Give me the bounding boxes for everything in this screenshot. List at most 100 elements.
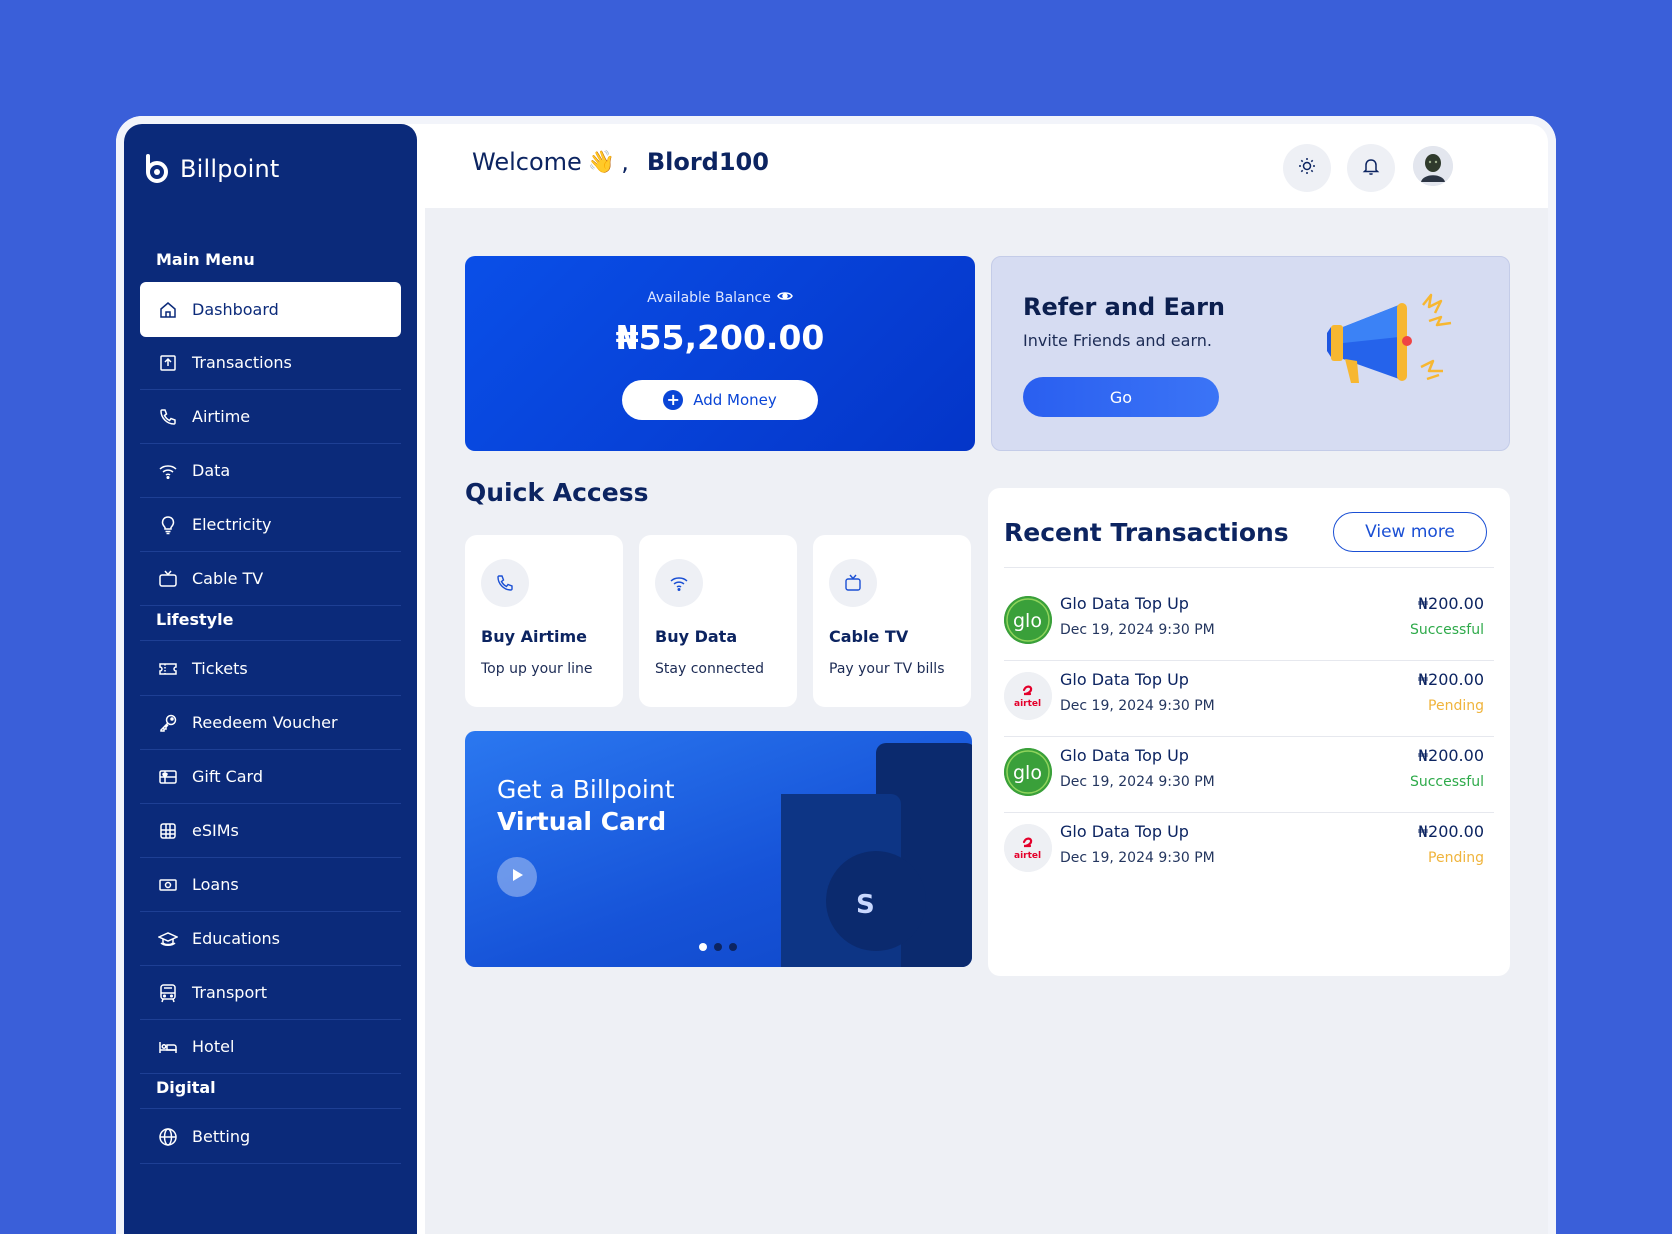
divider: [1004, 567, 1494, 568]
notifications-button[interactable]: [1347, 144, 1395, 192]
transaction-status: Pending: [1428, 850, 1484, 866]
divider: [140, 640, 401, 641]
refer-title: Refer and Earn: [1023, 293, 1225, 321]
sidebar-item-betting[interactable]: Betting: [140, 1110, 401, 1164]
airtel-logo-icon: airtel: [1004, 672, 1052, 720]
balance-card: Available Balance ₦55,200.00 + Add Money: [465, 256, 975, 451]
sidebar-item-esims[interactable]: eSIMs: [140, 804, 401, 858]
transaction-date: Dec 19, 2024 9:30 PM: [1060, 622, 1215, 638]
sidebar-item-tickets[interactable]: Tickets: [140, 642, 401, 696]
sidebar-item-loans[interactable]: Loans: [140, 858, 401, 912]
quick-access-desc: Top up your line: [481, 661, 593, 677]
sidebar-item-redeem-voucher[interactable]: Reedeem Voucher: [140, 696, 401, 750]
eye-icon[interactable]: [776, 290, 793, 306]
sidebar-item-label: Betting: [192, 1127, 251, 1146]
sidebar-item-cable-tv[interactable]: Cable TV: [140, 552, 401, 606]
wave-emoji: 👋: [587, 149, 616, 175]
recent-transactions-title: Recent Transactions: [1004, 518, 1289, 547]
sidebar-item-label: Data: [192, 461, 231, 480]
quick-access-name: Buy Data: [655, 627, 738, 646]
table-row[interactable]: glo Glo Data Top Up Dec 19, 2024 9:30 PM…: [1004, 732, 1494, 813]
tv-icon: [829, 559, 877, 607]
bell-icon: [1361, 156, 1381, 180]
sun-icon: [1297, 156, 1317, 180]
refer-earn-card: Refer and Earn Invite Friends and earn. …: [991, 256, 1510, 451]
app-window: Billpoint Main Menu Dashboard Transactio…: [116, 116, 1556, 1234]
carousel-dot[interactable]: [714, 943, 722, 951]
welcome-message: Welcome 👋 , Blord100: [472, 148, 769, 176]
sidebar-item-gift-card[interactable]: Gift Card: [140, 750, 401, 804]
view-more-button[interactable]: View more: [1333, 512, 1487, 552]
quick-access-name: Cable TV: [829, 627, 909, 646]
quick-access-buy-data[interactable]: Buy Data Stay connected: [639, 535, 797, 707]
username: Blord100: [646, 148, 769, 176]
welcome-text: Welcome: [472, 148, 582, 176]
quick-access-title: Quick Access: [465, 478, 649, 507]
transaction-amount: ₦200.00: [1417, 746, 1484, 765]
sidebar-item-data[interactable]: Data: [140, 444, 401, 498]
promo-line-2: Virtual Card: [497, 807, 667, 836]
billpoint-logo-icon: [144, 154, 170, 184]
glo-logo-icon: glo: [1004, 596, 1052, 644]
sidebar-item-label: Transactions: [192, 353, 292, 372]
sidebar: Billpoint Main Menu Dashboard Transactio…: [124, 124, 417, 1234]
sidebar-item-hotel[interactable]: Hotel: [140, 1020, 401, 1074]
bulb-icon: [158, 515, 178, 535]
go-button[interactable]: Go: [1023, 377, 1219, 417]
megaphone-icon: [1317, 287, 1467, 387]
table-row[interactable]: airtel Glo Data Top Up Dec 19, 2024 9:30…: [1004, 656, 1494, 737]
brand-logo[interactable]: Billpoint: [144, 154, 279, 184]
avatar[interactable]: [1413, 146, 1453, 186]
quick-access-name: Buy Airtime: [481, 627, 587, 646]
phone-icon: [481, 559, 529, 607]
sidebar-item-label: Reedeem Voucher: [192, 713, 338, 732]
sidebar-item-dashboard[interactable]: Dashboard: [140, 282, 401, 337]
glo-logo-icon: glo: [1004, 748, 1052, 796]
add-money-button[interactable]: + Add Money: [622, 380, 818, 420]
divider: [140, 1108, 401, 1109]
sidebar-item-educations[interactable]: Educations: [140, 912, 401, 966]
virtual-card-banner[interactable]: S Get a Billpoint Virtual Card: [465, 731, 972, 967]
key-icon: [158, 713, 178, 733]
carousel-dot[interactable]: [699, 943, 707, 951]
sidebar-item-label: Loans: [192, 875, 239, 894]
sim-icon: [158, 821, 178, 841]
wifi-icon: [158, 461, 178, 481]
card-illustration: S: [781, 743, 972, 967]
home-icon: [158, 300, 178, 320]
sidebar-item-electricity[interactable]: Electricity: [140, 498, 401, 552]
sidebar-item-label: eSIMs: [192, 821, 239, 840]
svg-text:airtel: airtel: [1014, 851, 1041, 861]
play-icon: [508, 866, 526, 888]
sidebar-item-label: Airtime: [192, 407, 251, 426]
sidebar-item-transactions[interactable]: Transactions: [140, 336, 401, 390]
theme-toggle-button[interactable]: [1283, 144, 1331, 192]
transaction-status: Successful: [1409, 774, 1484, 790]
transaction-date: Dec 19, 2024 9:30 PM: [1060, 698, 1215, 714]
quick-access-desc: Pay your TV bills: [829, 661, 945, 677]
table-row[interactable]: airtel Glo Data Top Up Dec 19, 2024 9:30…: [1004, 808, 1494, 889]
wifi-icon: [655, 559, 703, 607]
play-button[interactable]: [497, 857, 537, 897]
section-digital: Digital: [156, 1078, 216, 1097]
svg-text:glo: glo: [1013, 610, 1042, 632]
receipt-icon: [158, 353, 178, 373]
transaction-title: Glo Data Top Up: [1060, 822, 1189, 841]
transaction-amount: ₦200.00: [1417, 670, 1484, 689]
tv-icon: [158, 569, 178, 589]
bed-icon: [158, 1037, 178, 1057]
sidebar-item-label: Tickets: [192, 659, 248, 678]
graduation-icon: [158, 929, 178, 949]
quick-access-cable-tv[interactable]: Cable TV Pay your TV bills: [813, 535, 971, 707]
quick-access-buy-airtime[interactable]: Buy Airtime Top up your line: [465, 535, 623, 707]
sidebar-item-transport[interactable]: Transport: [140, 966, 401, 1020]
section-lifestyle: Lifestyle: [156, 610, 234, 629]
recent-transactions-panel: Recent Transactions View more glo Glo Da…: [988, 488, 1510, 976]
table-row[interactable]: glo Glo Data Top Up Dec 19, 2024 9:30 PM…: [1004, 580, 1494, 661]
carousel-dot[interactable]: [729, 943, 737, 951]
sidebar-item-airtime[interactable]: Airtime: [140, 390, 401, 444]
top-header: Welcome 👋 , Blord100: [425, 124, 1548, 208]
svg-text:airtel: airtel: [1014, 699, 1041, 709]
sidebar-item-label: Educations: [192, 929, 280, 948]
card-letter: S: [856, 890, 875, 920]
